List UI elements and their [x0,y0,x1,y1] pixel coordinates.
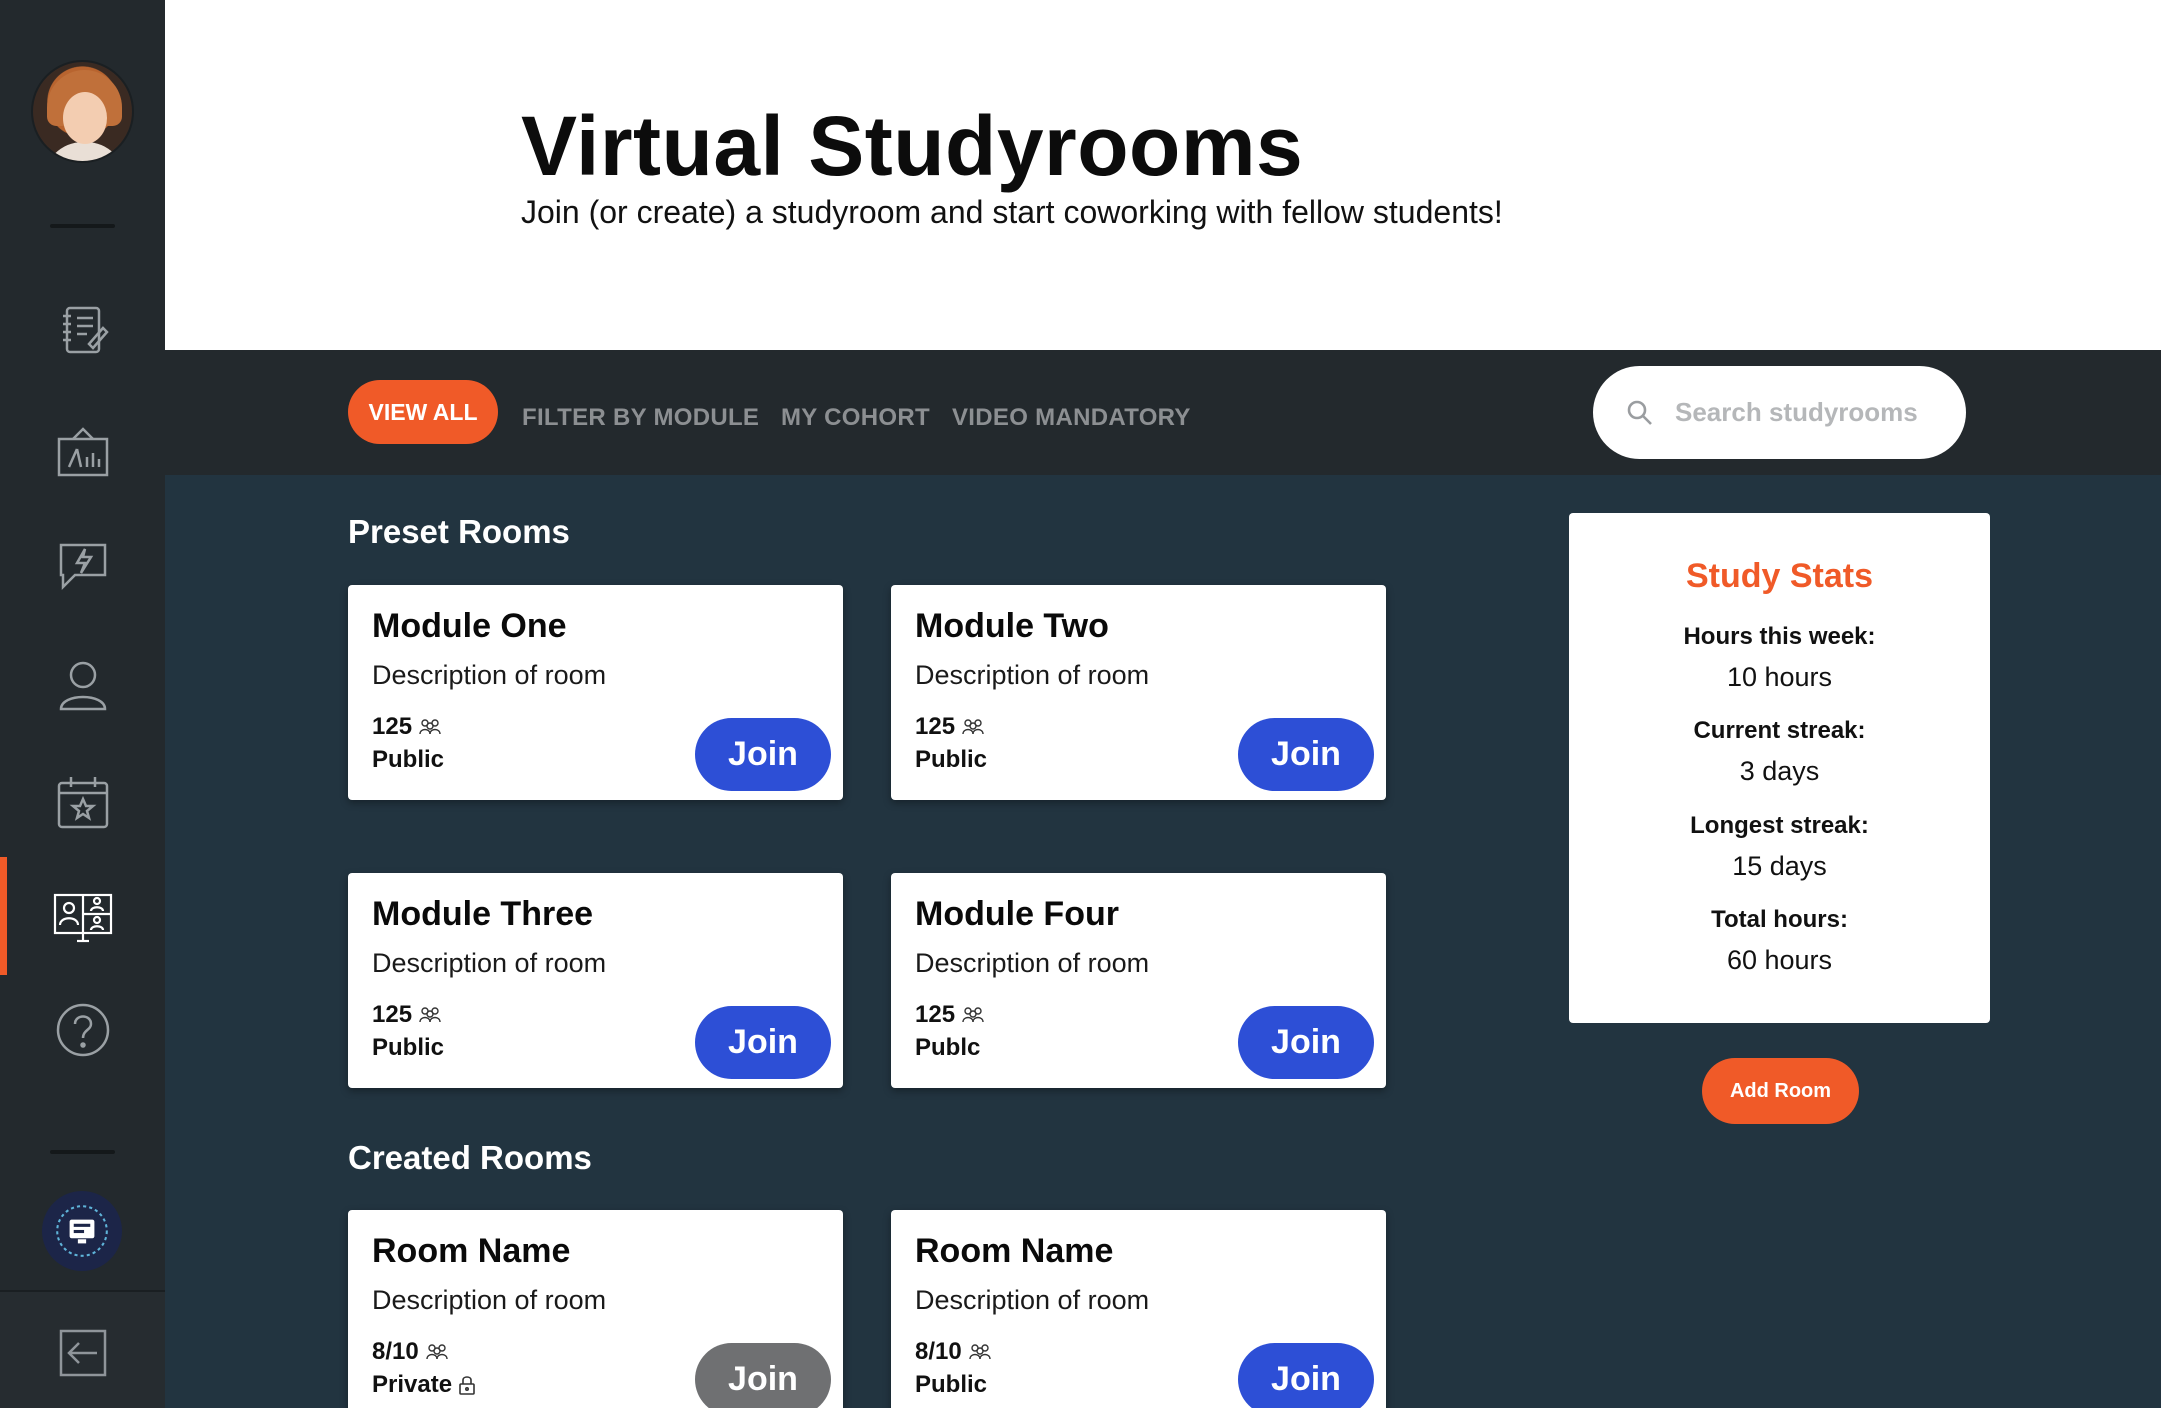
join-button[interactable]: Join [1238,718,1374,791]
my-cohort-link[interactable]: MY COHORT [781,404,930,432]
room-name: Module One [372,607,567,645]
room-name: Room Name [372,1232,571,1270]
room-member-count: 125 [915,1001,986,1029]
user-icon[interactable] [48,650,118,720]
stat-label: Hours this week: [1683,623,1876,650]
lock-icon [459,1376,475,1395]
room-description: Description of room [372,948,607,978]
search-icon [1627,400,1652,425]
room-name: Module Four [915,895,1119,933]
whiteboard-chart-icon[interactable] [48,418,118,488]
search-input[interactable] [1675,397,1955,428]
page-subtitle: Join (or create) a studyroom and start c… [521,194,1503,230]
stat-value: 3 days [1739,756,1820,786]
room-card: Module One Description of room 125 Publi… [348,585,843,800]
study-stats-panel: Study Stats Hours this week: 10 hours Cu… [1569,513,1990,1023]
room-name: Module Two [915,607,1109,645]
preset-rooms-heading: Preset Rooms [348,513,570,550]
room-description: Description of room [915,660,1150,690]
main-content: Preset Rooms Module One Description of r… [165,475,2161,1408]
room-description: Description of room [915,1285,1150,1315]
room-description: Description of room [915,948,1150,978]
stat-label: Longest streak: [1690,812,1869,839]
avatar[interactable] [31,60,134,163]
active-indicator [0,857,7,975]
lightning-chat-icon[interactable] [48,530,118,600]
stat-value: 15 days [1732,851,1827,881]
people-icon [969,1344,991,1360]
room-card: Module Three Description of room 125 Pub… [348,873,843,1088]
room-visibility: Public [372,746,445,773]
help-icon[interactable] [48,995,118,1065]
room-card: Room Name Description of room 8/10 Priva… [348,1210,843,1408]
room-name: Module Three [372,895,594,933]
people-icon [419,719,441,735]
filter-by-module-link[interactable]: FILTER BY MODULE [522,404,759,432]
sidebar-footer [0,1290,165,1408]
study-stats-title: Study Stats [1685,557,1874,595]
filter-bar: VIEW ALL FILTER BY MODULE MY COHORT VIDE… [165,350,2161,475]
people-icon [419,1007,441,1023]
studyroom-monitor-icon[interactable] [48,882,118,952]
people-icon [426,1344,448,1360]
sidebar-divider [50,224,115,228]
search-bar[interactable] [1593,366,1966,459]
notebook-icon[interactable] [48,295,118,365]
room-card: Module Four Description of room 125 Publ… [891,873,1386,1088]
join-button-disabled[interactable]: Join [695,1343,831,1408]
room-visibility: Public [915,746,988,773]
room-description: Description of room [372,1285,607,1315]
room-member-count: 125 [915,713,986,741]
room-visibility: Publc [915,1034,981,1061]
page-header: Virtual Studyrooms Join (or create) a st… [165,0,2161,350]
sidebar-divider [50,1150,115,1154]
room-member-count: 125 [372,713,443,741]
stat-label: Total hours: [1711,906,1848,933]
view-all-button[interactable]: VIEW ALL [348,380,498,444]
video-mandatory-link[interactable]: VIDEO MANDATORY [952,404,1191,432]
room-card: Room Name Description of room 8/10 Publi… [891,1210,1386,1408]
badge-icon[interactable] [42,1191,122,1271]
room-name: Room Name [915,1232,1114,1270]
join-button[interactable]: Join [1238,1343,1374,1408]
calendar-star-icon[interactable] [48,768,118,838]
people-icon [962,1007,984,1023]
sidebar [0,0,165,1408]
logout-icon[interactable] [48,1318,118,1388]
stat-label: Current streak: [1693,717,1866,744]
room-card: Module Two Description of room 125 Publi… [891,585,1386,800]
created-rooms-heading: Created Rooms [348,1139,592,1176]
add-room-button[interactable]: Add Room [1702,1058,1859,1124]
room-description: Description of room [372,660,607,690]
room-member-count: 125 [372,1001,443,1029]
join-button[interactable]: Join [695,718,831,791]
join-button[interactable]: Join [695,1006,831,1079]
room-member-count: 8/10 [372,1338,450,1366]
join-button[interactable]: Join [1238,1006,1374,1079]
people-icon [962,719,984,735]
room-member-count: 8/10 [915,1338,993,1366]
room-visibility: Public [372,1034,445,1061]
room-visibility: Private [372,1371,476,1399]
stat-value: 60 hours [1726,945,1833,975]
page-title: Virtual Studyrooms [521,99,1304,193]
stat-value: 10 hours [1726,662,1833,692]
room-visibility: Public [915,1371,988,1398]
